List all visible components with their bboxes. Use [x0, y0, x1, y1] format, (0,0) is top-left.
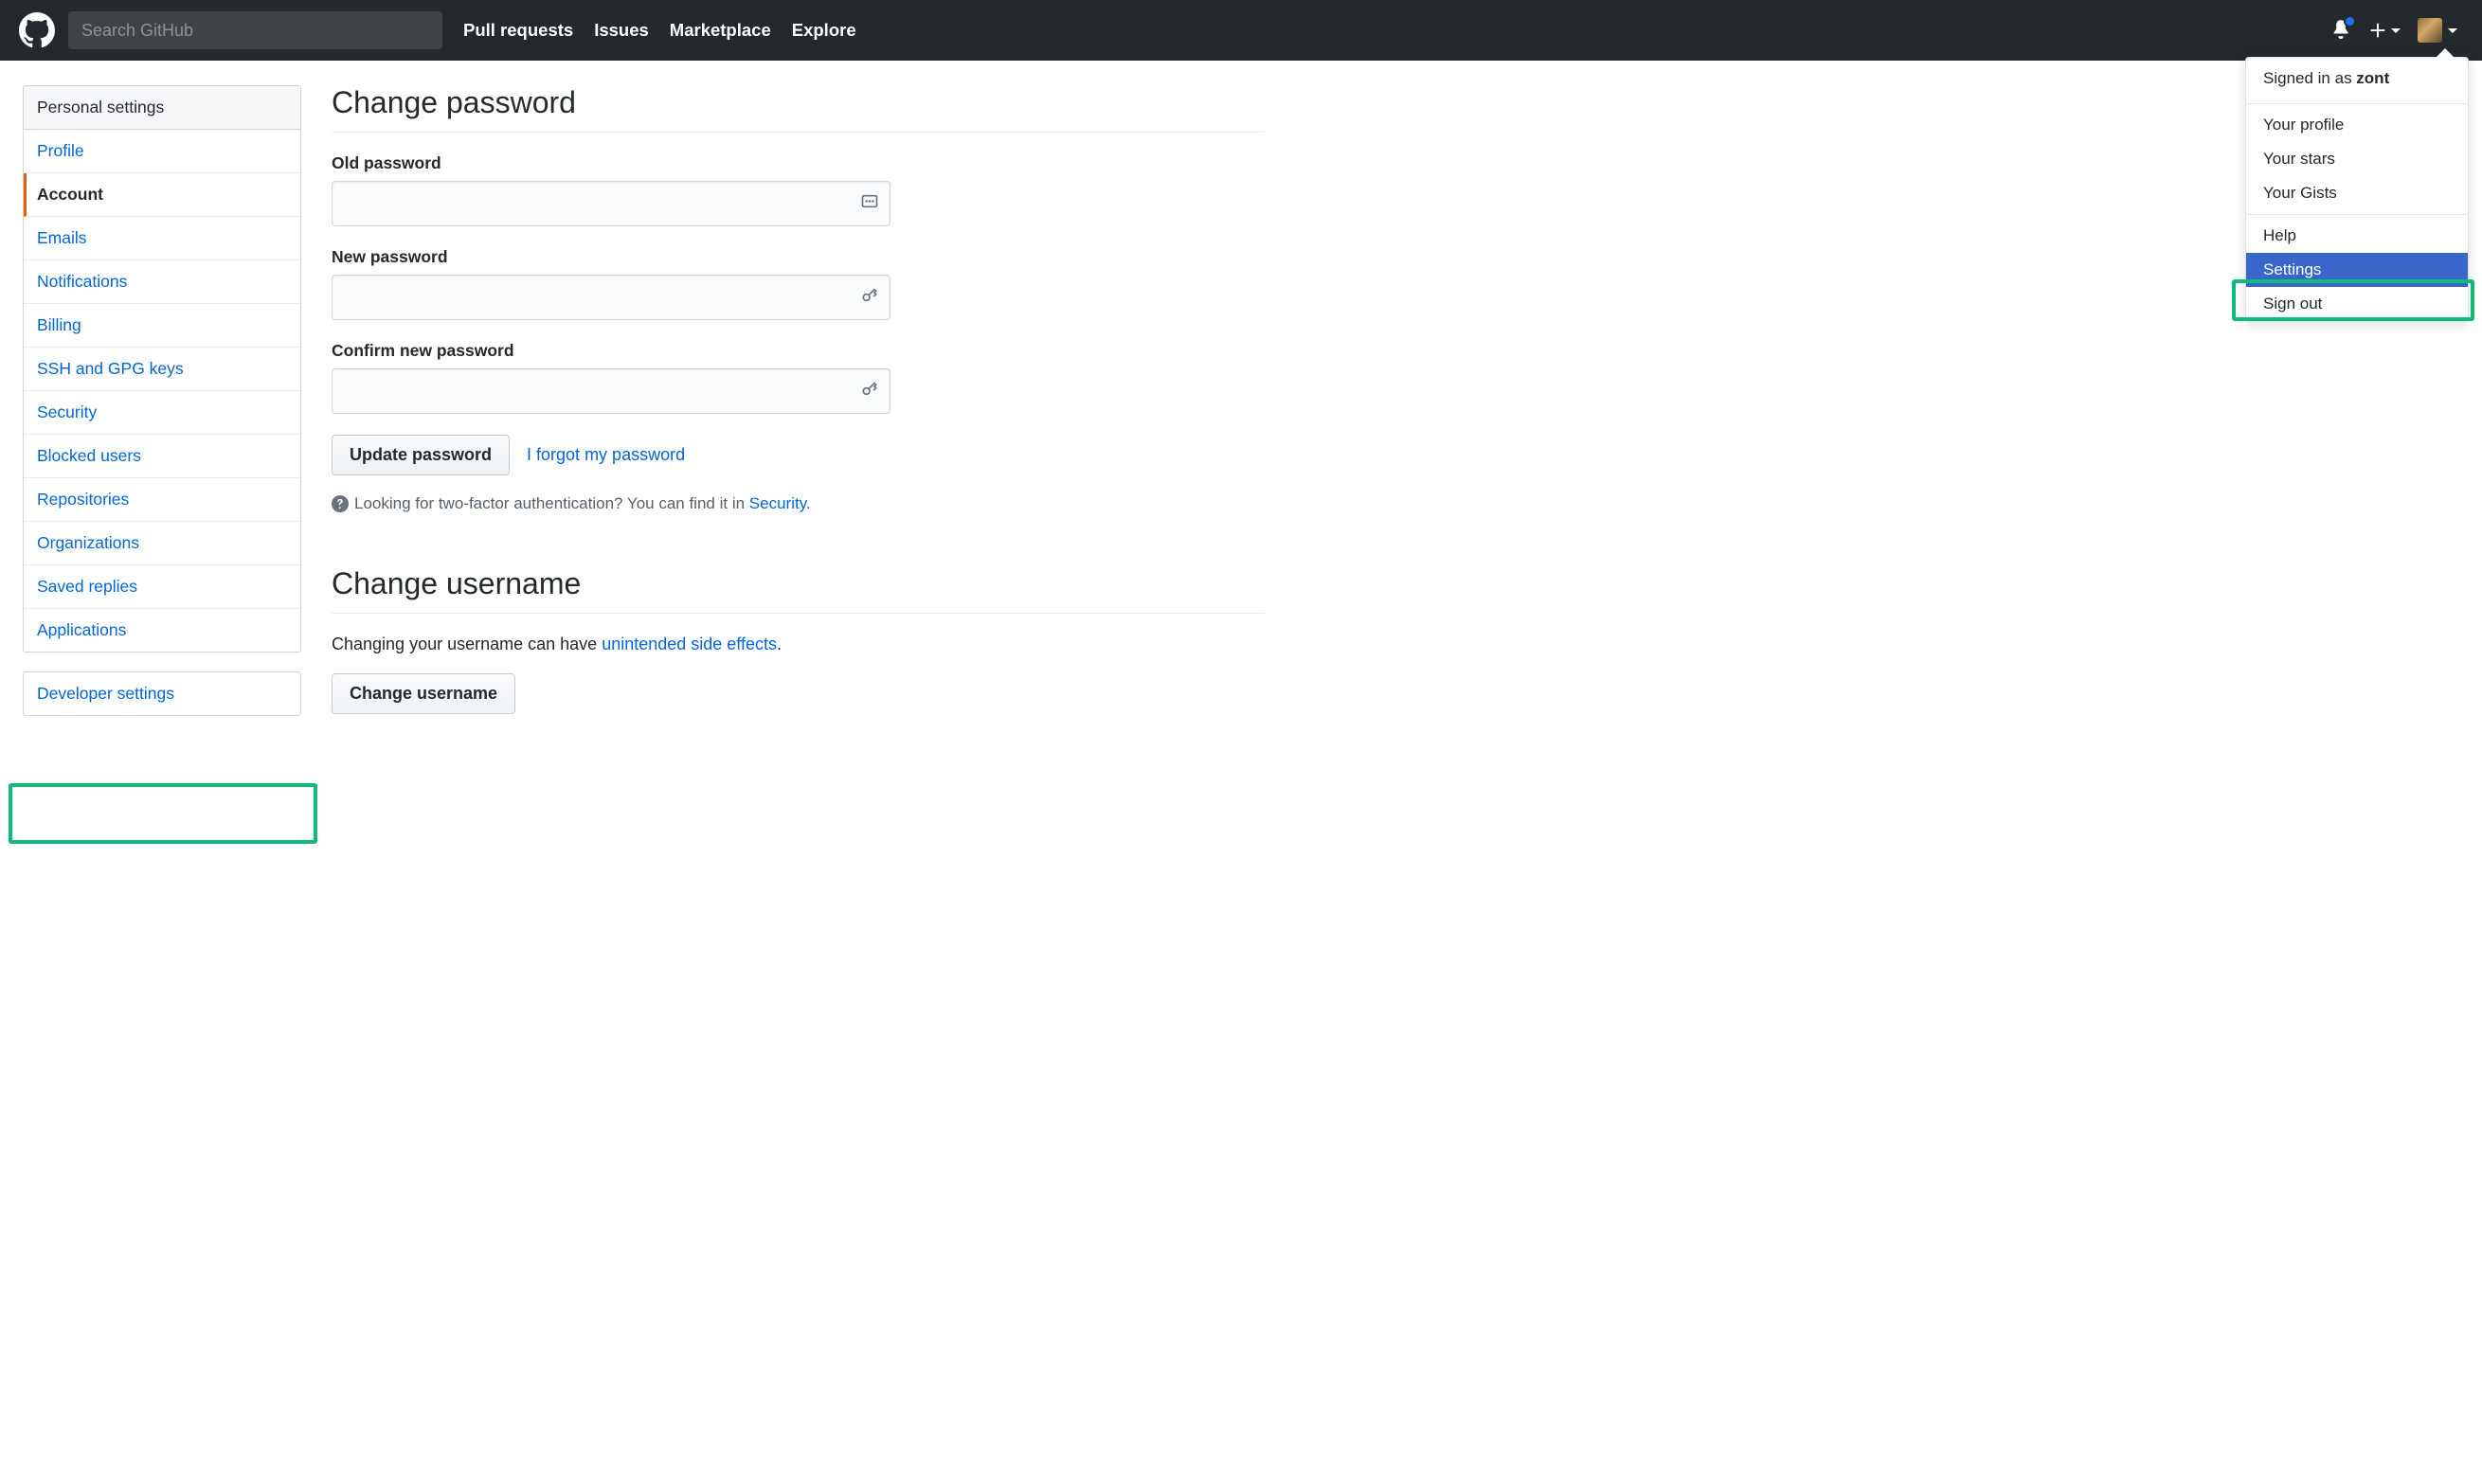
- page-title: Change password: [332, 85, 1265, 133]
- nav-marketplace[interactable]: Marketplace: [670, 20, 771, 41]
- old-password-field[interactable]: [332, 181, 890, 226]
- dropdown-settings[interactable]: Settings: [2246, 253, 2468, 287]
- global-header: Pull requests Issues Marketplace Explore: [0, 0, 2482, 61]
- hint-text: Looking for two-factor authentication? Y…: [354, 494, 749, 512]
- question-icon: [332, 495, 349, 512]
- sidebar-title: Personal settings: [24, 86, 300, 130]
- two-factor-hint: Looking for two-factor authentication? Y…: [332, 494, 1265, 513]
- change-username-button[interactable]: Change username: [332, 673, 515, 714]
- notifications-button[interactable]: [2330, 18, 2351, 44]
- search-input[interactable]: [68, 11, 442, 49]
- sidebar-item-account[interactable]: Account: [24, 173, 300, 217]
- dropdown-help[interactable]: Help: [2246, 219, 2468, 253]
- form-group-new-password: New password: [332, 247, 890, 320]
- username-warning-text: Changing your username can have unintend…: [332, 635, 1265, 654]
- divider: [2246, 103, 2468, 104]
- unintended-effects-link[interactable]: unintended side effects: [602, 635, 777, 653]
- forgot-password-link[interactable]: I forgot my password: [527, 445, 685, 465]
- dropdown-sign-out[interactable]: Sign out: [2246, 287, 2468, 321]
- sidebar-group-developer: Developer settings: [23, 671, 301, 716]
- header-right: [2330, 18, 2463, 44]
- nav-issues[interactable]: Issues: [594, 20, 649, 41]
- key-icon[interactable]: [860, 380, 879, 403]
- create-new-menu[interactable]: [2368, 21, 2401, 40]
- sidebar-item-saved-replies[interactable]: Saved replies: [24, 565, 300, 609]
- sidebar-item-developer-settings[interactable]: Developer settings: [24, 672, 300, 715]
- caret-down-icon: [2448, 28, 2457, 33]
- new-password-field[interactable]: [332, 275, 890, 320]
- dropdown-your-profile[interactable]: Your profile: [2246, 108, 2468, 142]
- caret-down-icon: [2391, 28, 2401, 33]
- section-title-username: Change username: [332, 566, 1265, 614]
- content-area: Change password Old password New passwor…: [332, 85, 1265, 716]
- sidebar-item-profile[interactable]: Profile: [24, 130, 300, 173]
- sidebar-item-applications[interactable]: Applications: [24, 609, 300, 652]
- user-menu-toggle[interactable]: [2418, 18, 2457, 43]
- security-link[interactable]: Security: [749, 494, 806, 512]
- dropdown-your-gists[interactable]: Your Gists: [2246, 176, 2468, 210]
- user-dropdown: Signed in as zont Your profile Your star…: [2245, 57, 2469, 322]
- notification-indicator: [2344, 15, 2356, 27]
- github-logo[interactable]: [19, 12, 55, 48]
- divider: [2246, 214, 2468, 215]
- password-manager-icon[interactable]: [860, 192, 879, 216]
- label-confirm-password: Confirm new password: [332, 341, 890, 361]
- sidebar-item-ssh-gpg[interactable]: SSH and GPG keys: [24, 348, 300, 391]
- confirm-password-field[interactable]: [332, 368, 890, 414]
- avatar: [2418, 18, 2442, 43]
- dropdown-signed-in: Signed in as zont: [2246, 58, 2468, 99]
- update-password-button[interactable]: Update password: [332, 435, 510, 475]
- sidebar-wrap: Personal settings Profile Account Emails…: [23, 85, 301, 716]
- nav-pull-requests[interactable]: Pull requests: [463, 20, 573, 41]
- sidebar-item-repositories[interactable]: Repositories: [24, 478, 300, 522]
- sidebar-item-billing[interactable]: Billing: [24, 304, 300, 348]
- form-group-old-password: Old password: [332, 153, 890, 226]
- plus-icon: [2368, 21, 2387, 40]
- sidebar-item-emails[interactable]: Emails: [24, 217, 300, 260]
- nav-links: Pull requests Issues Marketplace Explore: [463, 20, 856, 41]
- label-old-password: Old password: [332, 153, 890, 173]
- sidebar-item-security[interactable]: Security: [24, 391, 300, 435]
- dropdown-your-stars[interactable]: Your stars: [2246, 142, 2468, 176]
- password-actions-row: Update password I forgot my password: [332, 435, 1265, 475]
- form-group-confirm-password: Confirm new password: [332, 341, 890, 414]
- settings-sidebar: Personal settings Profile Account Emails…: [23, 85, 301, 716]
- sidebar-group-personal: Personal settings Profile Account Emails…: [23, 85, 301, 653]
- github-mark-icon: [19, 12, 55, 48]
- nav-explore[interactable]: Explore: [792, 20, 856, 41]
- sidebar-item-organizations[interactable]: Organizations: [24, 522, 300, 565]
- key-icon[interactable]: [860, 286, 879, 310]
- sidebar-item-blocked-users[interactable]: Blocked users: [24, 435, 300, 478]
- label-new-password: New password: [332, 247, 890, 267]
- main-container: Personal settings Profile Account Emails…: [0, 61, 2482, 741]
- sidebar-item-notifications[interactable]: Notifications: [24, 260, 300, 304]
- highlight-annotation: [9, 783, 317, 844]
